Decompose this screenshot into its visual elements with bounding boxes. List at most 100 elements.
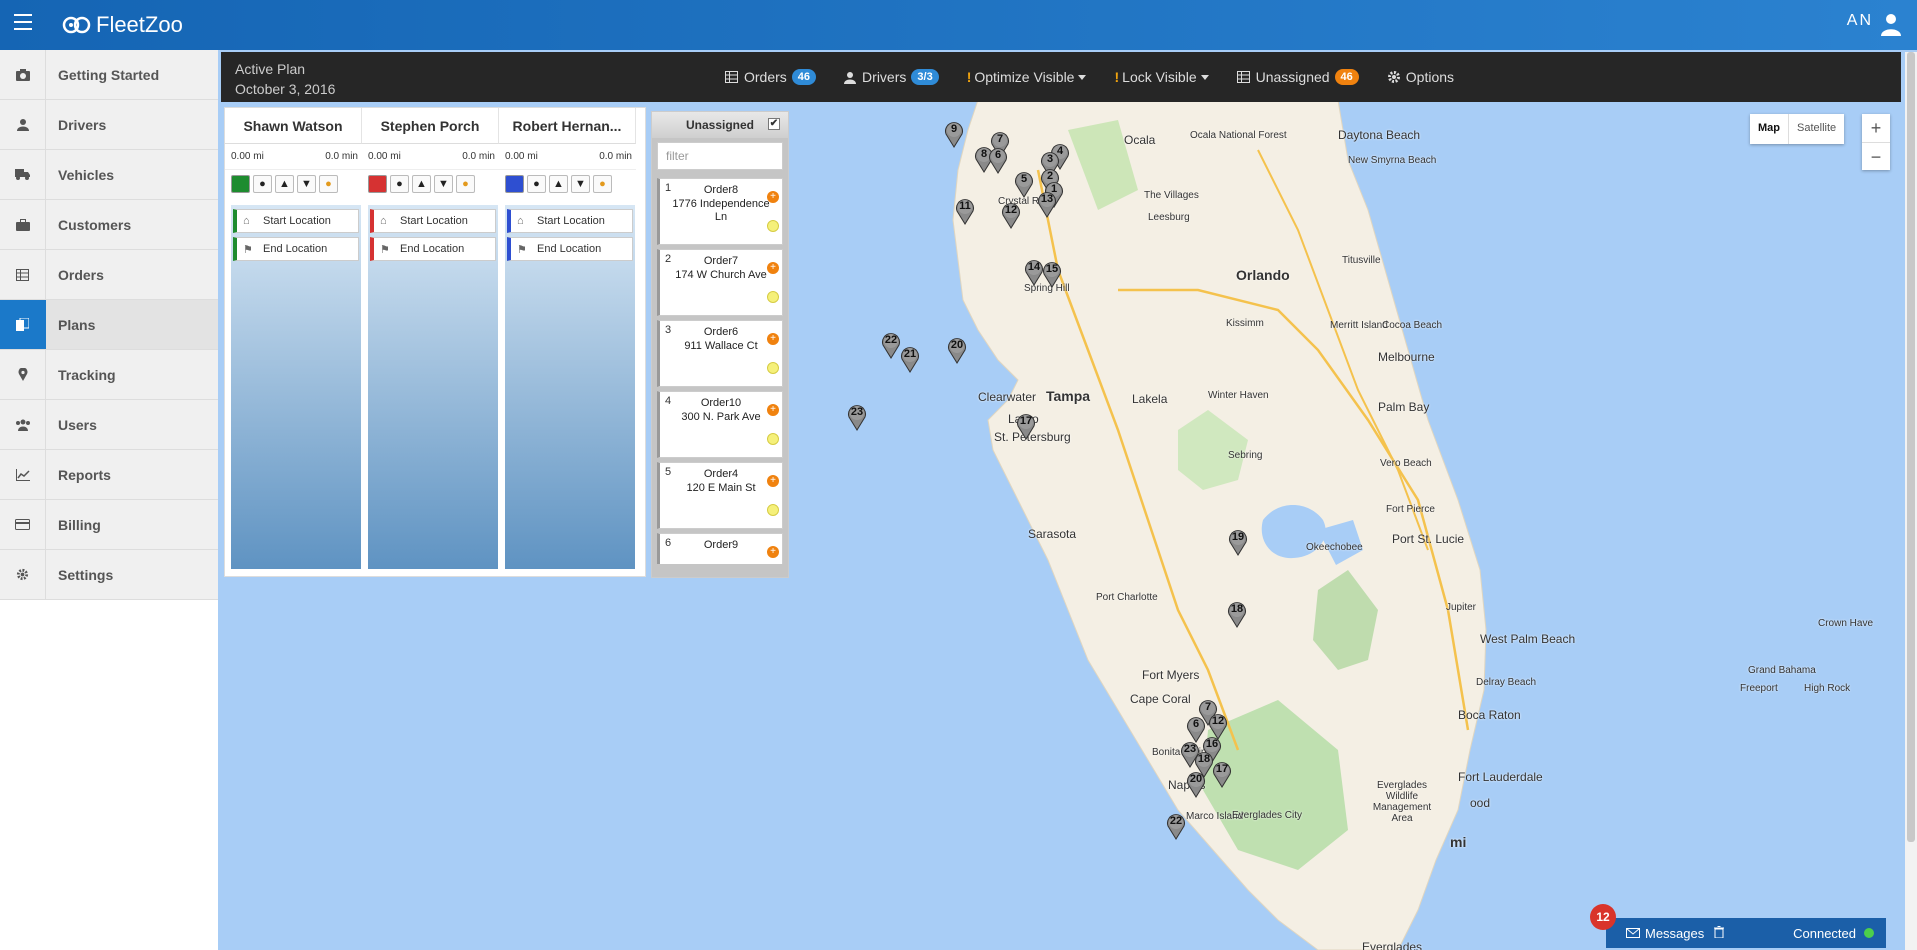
drivers-tab[interactable]: Drivers 3/3: [844, 69, 939, 85]
sidebar-item-settings[interactable]: Settings: [0, 550, 218, 600]
scrollbar-thumb[interactable]: [1907, 52, 1915, 842]
driver-name[interactable]: Stephen Porch: [362, 108, 499, 144]
order-map-pin[interactable]: 13: [1037, 190, 1056, 218]
sidebar-item-reports[interactable]: Reports: [0, 450, 218, 500]
unassigned-order-card[interactable]: 6 Order9 +: [657, 533, 783, 564]
sidebar-item-orders[interactable]: Orders: [0, 250, 218, 300]
filter-icon[interactable]: ▼: [297, 175, 316, 193]
order-map-pin[interactable]: 9: [944, 120, 963, 148]
order-map-pin[interactable]: 5: [1014, 170, 1033, 198]
assign-order-icon[interactable]: +: [767, 262, 779, 274]
order-map-pin[interactable]: 17: [1212, 760, 1231, 788]
info-icon[interactable]: ●: [390, 175, 409, 193]
messages-bar[interactable]: Messages Connected: [1606, 918, 1886, 948]
unassigned-order-card[interactable]: 5 Order4 120 E Main St +: [657, 462, 783, 529]
filter-icon[interactable]: ▼: [434, 175, 453, 193]
end-location-card[interactable]: ⚑ End Location: [233, 237, 359, 261]
driver-name[interactable]: Shawn Watson: [225, 108, 362, 144]
info-icon[interactable]: ●: [253, 175, 272, 193]
optimize-visible-dropdown[interactable]: ! Optimize Visible: [967, 69, 1087, 85]
start-location-card[interactable]: ⌂ Start Location: [370, 209, 496, 233]
assign-order-icon[interactable]: +: [767, 475, 779, 487]
warning-triangle-icon[interactable]: ▲: [275, 175, 294, 193]
order-map-pin[interactable]: 21: [900, 345, 919, 373]
order-map-pin[interactable]: 15: [1042, 260, 1061, 288]
map-type-map-button[interactable]: Map: [1750, 114, 1788, 144]
unlock-icon[interactable]: ●: [456, 175, 475, 193]
sidebar-item-users[interactable]: Users: [0, 400, 218, 450]
caret-down-icon: [1078, 74, 1087, 80]
unassigned-tab[interactable]: Unassigned 46: [1236, 69, 1359, 85]
unassigned-order-card[interactable]: 3 Order6 911 Wallace Ct +: [657, 320, 783, 387]
unassigned-order-card[interactable]: 1 Order8 1776 Independence Ln +: [657, 178, 783, 245]
driver-color-button[interactable]: [368, 175, 387, 193]
assign-order-icon[interactable]: +: [767, 546, 779, 558]
driver-route-lane[interactable]: ⌂ Start Location ⚑ End Location: [231, 205, 361, 569]
order-map-pin[interactable]: 20: [947, 336, 966, 364]
map-label-ocala: Ocala: [1124, 133, 1156, 147]
app-logo[interactable]: FleetZoo: [62, 12, 183, 38]
unlock-icon[interactable]: ●: [319, 175, 338, 193]
assign-order-icon[interactable]: +: [767, 191, 779, 203]
sidebar-item-drivers[interactable]: Drivers: [0, 100, 218, 150]
sidebar-item-billing[interactable]: Billing: [0, 500, 218, 550]
end-location-card[interactable]: ⚑ End Location: [507, 237, 633, 261]
order-map-pin[interactable]: 20: [1186, 770, 1205, 798]
hamburger-menu-icon[interactable]: [14, 14, 32, 30]
page-scrollbar[interactable]: [1905, 52, 1917, 950]
sidebar-item-plans[interactable]: Plans: [0, 300, 218, 350]
driver-color-button[interactable]: [231, 175, 250, 193]
options-button[interactable]: Options: [1387, 69, 1454, 85]
unassigned-panel: Unassigned ✔ filter 1 Order8 1776 Independ…: [651, 111, 789, 578]
unlock-icon[interactable]: ●: [593, 175, 612, 193]
pin-number: 20: [1189, 773, 1203, 785]
warning-triangle-icon[interactable]: ▲: [412, 175, 431, 193]
unassigned-select-all-checkbox[interactable]: ✔: [768, 118, 780, 130]
gear-icon: [0, 550, 46, 599]
assign-order-icon[interactable]: +: [767, 404, 779, 416]
map-type-satellite-button[interactable]: Satellite: [1788, 114, 1844, 144]
zoom-in-button[interactable]: +: [1862, 114, 1890, 142]
driver-actions: ● ▲ ▼ ●: [362, 170, 499, 198]
user-initials[interactable]: AN: [1847, 12, 1873, 30]
start-location-card[interactable]: ⌂ Start Location: [233, 209, 359, 233]
zoom-out-button[interactable]: −: [1862, 142, 1890, 170]
unassigned-filter-input[interactable]: filter: [657, 142, 783, 170]
driver-color-button[interactable]: [505, 175, 524, 193]
lock-visible-dropdown[interactable]: ! Lock Visible: [1114, 69, 1209, 85]
order-map-pin[interactable]: 23: [847, 403, 866, 431]
info-icon[interactable]: ●: [527, 175, 546, 193]
driver-name[interactable]: Robert Hernan...: [499, 108, 636, 144]
filter-icon[interactable]: ▼: [571, 175, 590, 193]
start-location-card[interactable]: ⌂ Start Location: [507, 209, 633, 233]
trash-icon[interactable]: [1714, 925, 1725, 941]
order-map-pin[interactable]: 17: [1016, 412, 1035, 440]
sidebar-item-vehicles[interactable]: Vehicles: [0, 150, 218, 200]
unassigned-order-card[interactable]: 4 Order10 300 N. Park Ave +: [657, 391, 783, 458]
orders-tab[interactable]: Orders 46: [725, 69, 817, 85]
warning-triangle-icon[interactable]: ▲: [549, 175, 568, 193]
pin-number: 17: [1019, 415, 1033, 427]
order-map-pin[interactable]: 18: [1227, 600, 1246, 628]
messages-label: Messages: [1645, 925, 1705, 941]
order-map-pin[interactable]: 11: [955, 197, 974, 225]
sidebar-item-tracking[interactable]: Tracking: [0, 350, 218, 400]
pin-number: 5: [1020, 173, 1028, 185]
sidebar-item-label: Orders: [58, 266, 104, 283]
order-map-pin[interactable]: 6: [988, 146, 1007, 174]
end-location-card[interactable]: ⚑ End Location: [370, 237, 496, 261]
unassigned-order-card[interactable]: 2 Order7 174 W Church Ave +: [657, 249, 783, 316]
messages-count-badge[interactable]: 12: [1590, 904, 1616, 930]
sidebar-item-getting-started[interactable]: Getting Started: [0, 50, 218, 100]
order-map-pin[interactable]: 12: [1001, 201, 1020, 229]
assign-order-icon[interactable]: +: [767, 333, 779, 345]
order-map-pin[interactable]: 14: [1024, 258, 1043, 286]
pin-number: 21: [903, 348, 917, 360]
order-map-pin[interactable]: 22: [881, 331, 900, 359]
driver-route-lane[interactable]: ⌂ Start Location ⚑ End Location: [368, 205, 498, 569]
driver-route-lane[interactable]: ⌂ Start Location ⚑ End Location: [505, 205, 635, 569]
order-map-pin[interactable]: 19: [1228, 528, 1247, 556]
order-map-pin[interactable]: 22: [1166, 812, 1185, 840]
user-icon[interactable]: [1879, 12, 1903, 39]
sidebar-item-customers[interactable]: Customers: [0, 200, 218, 250]
